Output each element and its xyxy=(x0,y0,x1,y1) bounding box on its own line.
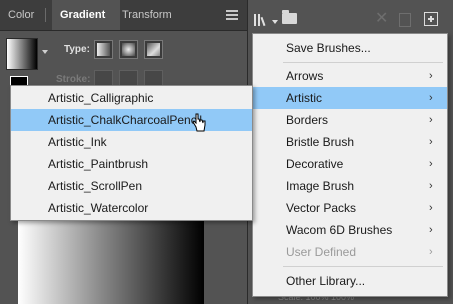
brush-library-menu: Save Brushes... Arrows › Artistic › Bord… xyxy=(252,33,448,297)
brushes-toolbar: ✕ xyxy=(248,0,453,36)
artistic-submenu: Artistic_Calligraphic Artistic_ChalkChar… xyxy=(10,85,253,221)
menu-item-borders[interactable]: Borders › xyxy=(253,109,447,131)
chevron-right-icon: › xyxy=(429,136,433,148)
chevron-right-icon: › xyxy=(429,246,433,258)
chevron-down-icon[interactable] xyxy=(272,20,278,24)
chevron-down-icon[interactable] xyxy=(42,50,48,54)
chevron-right-icon: › xyxy=(429,92,433,104)
menu-divider xyxy=(283,62,443,63)
stroke-label: Stroke: xyxy=(56,74,91,85)
menu-item-bristle-brush[interactable]: Bristle Brush › xyxy=(253,131,447,153)
menu-item-decorative[interactable]: Decorative › xyxy=(253,153,447,175)
submenu-item-ink[interactable]: Artistic_Ink xyxy=(11,131,252,153)
chevron-right-icon: › xyxy=(429,158,433,170)
submenu-item-calligraphic[interactable]: Artistic_Calligraphic xyxy=(11,87,252,109)
chevron-right-icon: › xyxy=(429,224,433,236)
menu-item-save-brushes[interactable]: Save Brushes... xyxy=(253,37,447,59)
hamburger-icon[interactable] xyxy=(226,10,238,20)
menu-item-other-library[interactable]: Other Library... xyxy=(253,270,447,292)
chevron-right-icon: › xyxy=(429,180,433,192)
linear-gradient-button[interactable] xyxy=(94,40,113,59)
new-brush-icon[interactable] xyxy=(424,12,438,26)
submenu-item-scrollpen[interactable]: Artistic_ScrollPen xyxy=(11,175,252,197)
linear-gradient-icon xyxy=(97,43,110,56)
menu-item-image-brush[interactable]: Image Brush › xyxy=(253,175,447,197)
menu-divider xyxy=(283,266,443,267)
chevron-right-icon: › xyxy=(429,202,433,214)
menu-item-vector-packs[interactable]: Vector Packs › xyxy=(253,197,447,219)
radial-gradient-button[interactable] xyxy=(119,40,138,59)
delete-icon: ✕ xyxy=(375,10,389,27)
radial-gradient-icon xyxy=(122,43,135,56)
panel-tab-bar: Color Gradient Transform xyxy=(0,0,247,31)
submenu-item-chalk-charcoal-pencil[interactable]: Artistic_ChalkCharcoalPencil xyxy=(11,109,252,131)
tab-divider xyxy=(45,8,46,22)
tab-color[interactable]: Color xyxy=(8,0,34,30)
chevron-right-icon: › xyxy=(429,70,433,82)
submenu-item-paintbrush[interactable]: Artistic_Paintbrush xyxy=(11,153,252,175)
library-icon[interactable] xyxy=(254,12,270,27)
menu-item-artistic[interactable]: Artistic › xyxy=(253,87,447,109)
freeform-gradient-icon xyxy=(147,43,160,56)
freeform-gradient-button[interactable] xyxy=(144,40,163,59)
hand-cursor-icon xyxy=(192,113,206,132)
folder-icon[interactable] xyxy=(282,10,297,24)
page-icon xyxy=(399,13,411,27)
submenu-item-watercolor[interactable]: Artistic_Watercolor xyxy=(11,197,252,219)
chevron-right-icon: › xyxy=(429,114,433,126)
menu-item-user-defined: User Defined › xyxy=(253,241,447,263)
tab-gradient[interactable]: Gradient xyxy=(52,0,120,30)
type-label: Type: xyxy=(64,44,90,55)
gradient-swatch[interactable] xyxy=(6,38,38,70)
menu-item-arrows[interactable]: Arrows › xyxy=(253,65,447,87)
tab-transform[interactable]: Transform xyxy=(122,0,172,30)
menu-item-wacom-6d-brushes[interactable]: Wacom 6D Brushes › xyxy=(253,219,447,241)
